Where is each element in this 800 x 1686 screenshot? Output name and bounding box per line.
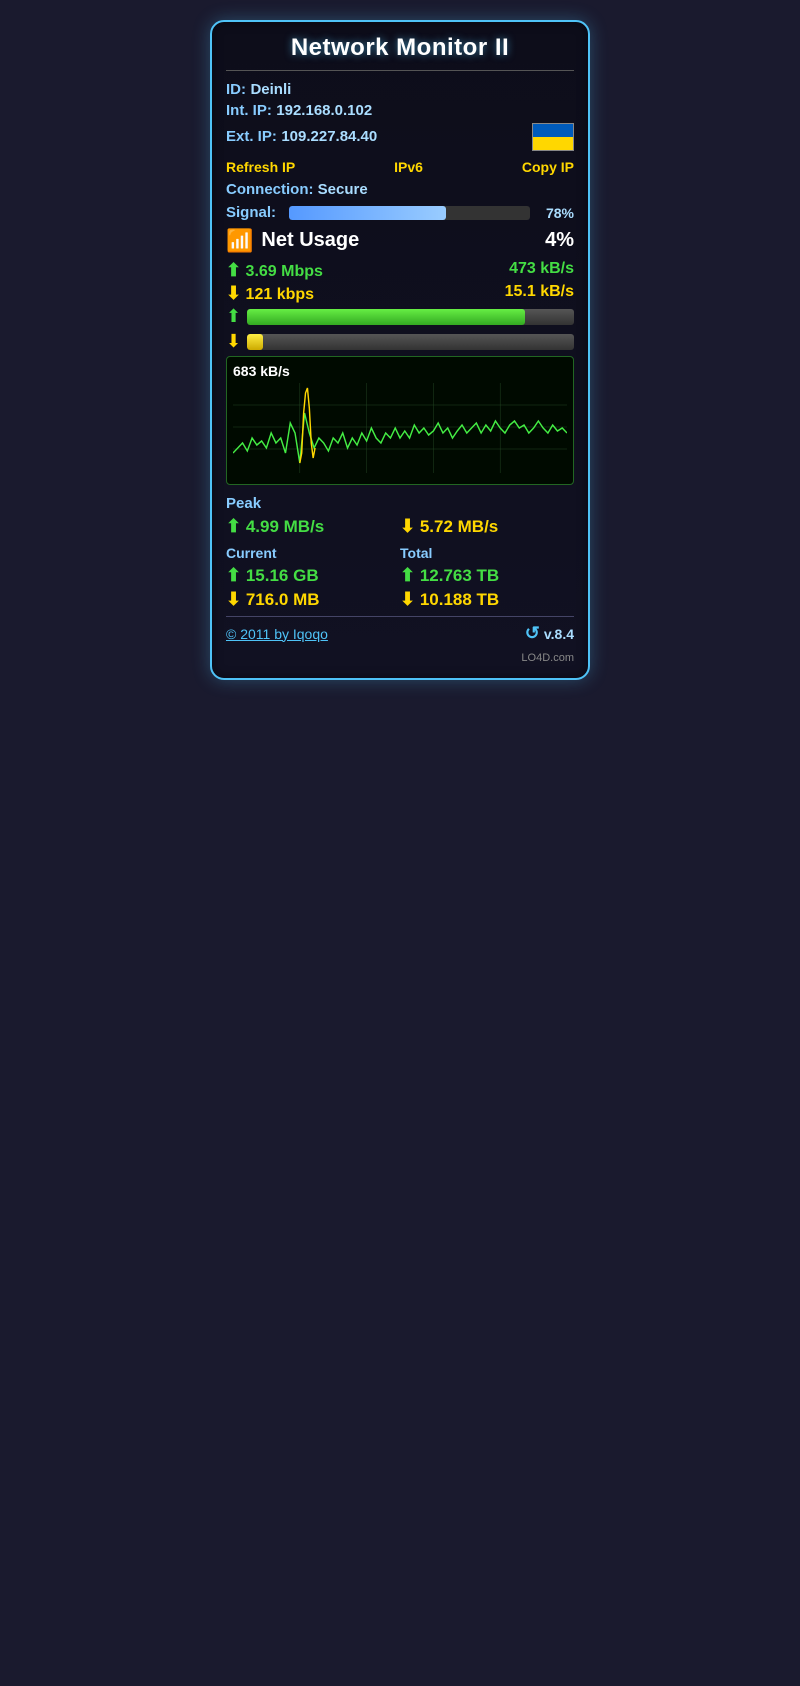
current-upload-value: 15.16 GB [246,566,319,585]
current-download: ⬇ 716.0 MB [226,589,400,610]
net-usage-percent: 4% [545,229,574,252]
id-value: Deinli [250,81,291,98]
upload-arrow-icon: ⬆ [226,260,241,280]
id-label: ID: [226,81,246,98]
version-value: v.8.4 [544,626,574,642]
ext-ip-value: 109.227.84.40 [281,128,377,145]
ext-ip-text: Ext. IP: 109.227.84.40 [226,128,377,146]
download-speed-row: ⬇ 121 kbps 15.1 kB/s [226,283,574,304]
peak-section: Peak ⬆ 4.99 MB/s ⬇ 5.72 MB/s [226,495,574,537]
peak-row: ⬆ 4.99 MB/s ⬇ 5.72 MB/s [226,516,574,537]
upload-speed-row: ⬆ 3.69 Mbps 473 kB/s [226,260,574,281]
download-kbps-value: 121 kbps [246,286,314,303]
graph-section: 683 kB/s [226,356,574,485]
graph-label: 683 kB/s [233,363,567,379]
total-upload-value: 12.763 TB [420,566,499,585]
upload-speed-kbs: 473 kB/s [509,260,574,281]
ext-ip-label: Ext. IP: [226,128,277,145]
peak-download: ⬇ 5.72 MB/s [400,516,574,537]
net-usage-label: Net Usage [261,229,537,252]
current-upload-arrow: ⬆ [226,565,241,585]
download-bar-row: ⬇ [226,331,574,352]
refresh-icon: ↺ [525,623,540,644]
upload-speed-mbps: ⬆ 3.69 Mbps [226,260,323,281]
watermark: LO4D.com [226,652,574,664]
footer-row: © 2011 by Iqoqo ↺ v.8.4 [226,616,574,644]
app-title: Network Monitor II [226,34,574,71]
upload-mbps-value: 3.69 Mbps [246,263,323,280]
signal-bar-container [289,206,530,220]
upload-bar-container [247,309,574,325]
int-ip-label: Int. IP: [226,102,272,119]
current-download-value: 716.0 MB [246,590,320,609]
network-monitor-widget: Network Monitor II ID: Deinli Int. IP: 1… [210,20,590,680]
total-download: ⬇ 10.188 TB [400,589,574,610]
peak-upload: ⬆ 4.99 MB/s [226,516,400,537]
peak-download-arrow: ⬇ [400,516,415,536]
peak-download-value: 5.72 MB/s [420,517,498,536]
total-download-value: 10.188 TB [420,590,499,609]
signal-percent: 78% [538,205,574,221]
version-info: ↺ v.8.4 [525,623,574,644]
network-graph [233,383,567,473]
connection-value: Secure [318,181,368,198]
signal-bar-fill [289,206,446,220]
total-download-arrow: ⬇ [400,589,415,609]
peak-title: Peak [226,495,574,512]
current-label: Current [226,545,400,561]
total-upload: ⬆ 12.763 TB [400,565,574,586]
upload-bar-arrow-icon: ⬆ [226,306,241,327]
upload-data-row: ⬆ 15.16 GB ⬆ 12.763 TB [226,565,574,586]
signal-label: Signal: [226,204,281,221]
download-arrow-icon: ⬇ [226,283,241,303]
footer-link[interactable]: © 2011 by Iqoqo [226,626,328,642]
refresh-ip-button[interactable]: Refresh IP [226,159,295,175]
download-speed-kbps: ⬇ 121 kbps [226,283,314,304]
peak-upload-value: 4.99 MB/s [246,517,324,536]
wifi-icon: 📶 [226,230,253,252]
download-bar-fill [247,334,263,350]
total-label: Total [400,545,574,561]
ipv6-button[interactable]: IPv6 [394,159,423,175]
int-ip-row: Int. IP: 192.168.0.102 [226,102,574,120]
connection-row: Connection: Secure [226,181,574,198]
current-download-arrow: ⬇ [226,589,241,609]
copy-ip-button[interactable]: Copy IP [522,159,574,175]
action-row: Refresh IP IPv6 Copy IP [226,159,574,175]
total-upload-arrow: ⬆ [400,565,415,585]
upload-bar-row: ⬆ [226,306,574,327]
current-total-labels: Current Total [226,545,574,561]
upload-bar-fill [247,309,525,325]
flag-inner [533,124,573,150]
download-data-row: ⬇ 716.0 MB ⬇ 10.188 TB [226,589,574,610]
country-flag [532,123,574,151]
peak-upload-arrow: ⬆ [226,516,241,536]
id-row: ID: Deinli [226,81,574,99]
net-usage-row: 📶 Net Usage 4% [226,229,574,252]
current-upload: ⬆ 15.16 GB [226,565,400,586]
ext-ip-row: Ext. IP: 109.227.84.40 [226,123,574,151]
flag-yellow-stripe [533,137,573,150]
signal-row: Signal: 78% [226,204,574,221]
download-bar-container [247,334,574,350]
download-speed-kbs: 15.1 kB/s [505,283,574,304]
connection-label: Connection: [226,181,314,198]
download-bar-arrow-icon: ⬇ [226,331,241,352]
int-ip-value: 192.168.0.102 [276,102,372,119]
info-section: ID: Deinli Int. IP: 192.168.0.102 Ext. I… [226,81,574,151]
flag-blue-stripe [533,124,573,137]
